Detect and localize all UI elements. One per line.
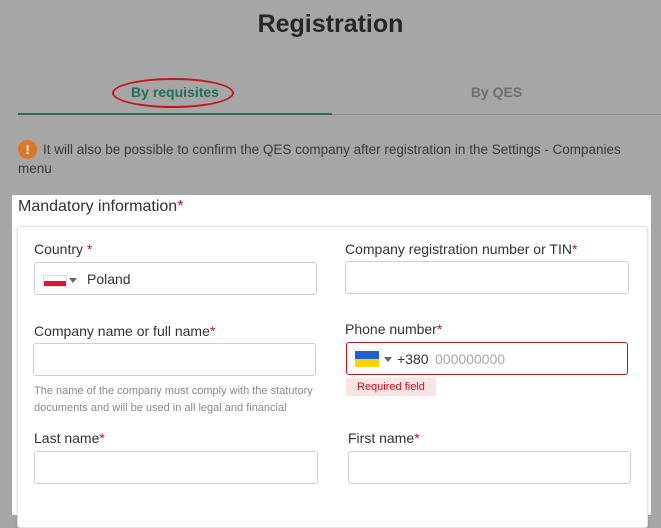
company-name-label: Company name or full name* [34, 323, 216, 339]
phone-label: Phone number* [345, 321, 443, 337]
last-name-input[interactable] [34, 451, 318, 484]
country-value: Poland [87, 271, 131, 287]
page-title: Registration [257, 10, 404, 38]
tab-divider [332, 114, 661, 115]
country-select[interactable]: Poland [34, 262, 317, 295]
notice-text: It will also be possible to confirm the … [18, 142, 621, 176]
poland-flag-icon [43, 275, 67, 287]
country-label: Country * [34, 241, 93, 257]
dial-code: +380 [397, 351, 429, 367]
phone-input[interactable]: +380 000000000 [346, 342, 628, 375]
section-title: Mandatory information* [18, 198, 184, 215]
first-name-label: First name* [348, 430, 420, 446]
company-name-input[interactable] [33, 343, 316, 376]
chevron-down-icon [69, 278, 77, 283]
phone-placeholder: 000000000 [435, 351, 506, 367]
tin-label: Company registration number or TIN* [345, 241, 578, 257]
tabs-bar: By requisites By QES [18, 72, 661, 116]
active-tab-underline [18, 113, 332, 115]
chevron-down-icon[interactable] [384, 357, 392, 362]
tab-by-qes[interactable]: By QES [332, 72, 661, 112]
company-name-hint: The name of the company must comply with… [34, 385, 313, 414]
last-name-label: Last name* [34, 430, 105, 446]
phone-error-badge: Required field [346, 378, 436, 396]
highlight-ellipse [112, 78, 234, 108]
ukraine-flag-icon [355, 351, 379, 367]
tin-input[interactable] [345, 261, 629, 294]
info-notice: ! It will also be possible to confirm the… [18, 140, 648, 178]
first-name-input[interactable] [348, 451, 631, 484]
exclamation-icon: ! [18, 140, 37, 159]
